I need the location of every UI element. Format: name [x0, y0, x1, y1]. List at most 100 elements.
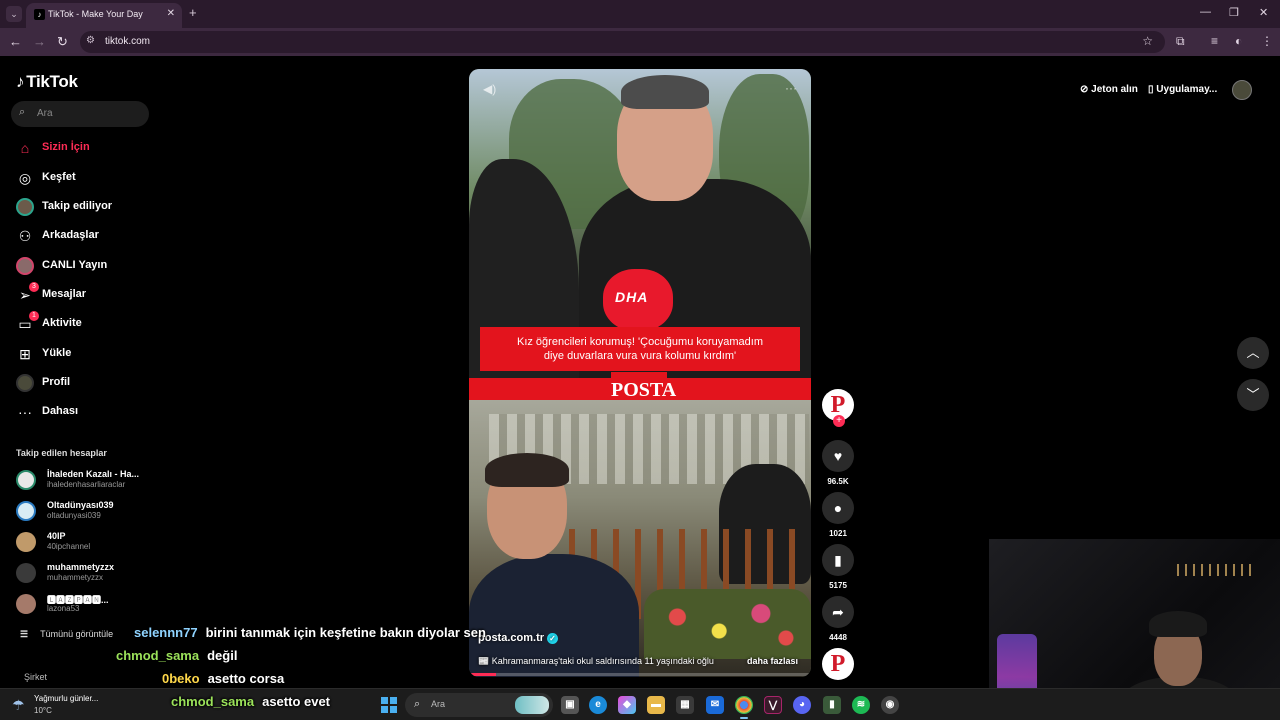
comment-button[interactable]: ●	[822, 492, 854, 524]
following-account[interactable]: 🅻🅰🆉🅿🅰🅽... lazona53	[16, 592, 156, 618]
volume-icon[interactable]: ◀)	[483, 82, 496, 96]
follow-plus-icon[interactable]: +	[833, 415, 845, 427]
video-editor-icon[interactable]: ⋁	[764, 696, 782, 714]
edge-icon[interactable]: e	[589, 696, 607, 714]
video-more-icon[interactable]: ···	[785, 81, 797, 95]
following-account[interactable]: Oltadünyası039 oltadunyasi039	[16, 499, 156, 525]
discord-icon[interactable]: ◕	[793, 696, 811, 714]
account-avatar	[16, 501, 36, 521]
previous-video-button[interactable]: ︿	[1237, 337, 1269, 369]
tab-close-icon[interactable]: ✕	[167, 8, 175, 19]
windows-start-icon[interactable]	[381, 697, 397, 713]
search-input[interactable]: ⌕ Ara	[11, 101, 149, 127]
obs-icon[interactable]: ◉	[881, 696, 899, 714]
tab-title: TikTok - Make Your Day	[48, 9, 143, 19]
following-account[interactable]: muhammetyzzx muhammetyzzx	[16, 561, 156, 587]
compass-icon: ◎	[18, 170, 32, 186]
weather-icon[interactable]: ☂	[12, 697, 25, 714]
account-avatar	[16, 563, 36, 583]
tiktok-logo[interactable]: ♪ TikTok	[16, 72, 78, 92]
nav-activity[interactable]: ▭ 1 Aktivite	[14, 311, 154, 336]
chat-user: chmod_sama	[116, 648, 200, 663]
get-coins-button[interactable]: ⊘ Jeton alın	[1080, 84, 1138, 95]
sound-avatar[interactable]: P	[822, 648, 854, 680]
chat-user: 0beko	[162, 671, 200, 686]
coin-icon: ⊘	[1080, 84, 1092, 95]
spotify-icon[interactable]: ≋	[852, 696, 870, 714]
account-handle: lazona53	[47, 604, 80, 613]
get-app-button[interactable]: ▯ Uygulamay...	[1148, 84, 1217, 95]
next-video-button[interactable]: ﹀	[1237, 379, 1269, 411]
new-tab-icon[interactable]: +	[189, 5, 197, 20]
friends-icon: ⚇	[18, 228, 32, 244]
browser-tab[interactable]: ♪ TikTok - Make Your Day ✕	[26, 3, 182, 28]
video-author[interactable]: posta.com.tr ✓	[478, 632, 559, 644]
account-avatar	[16, 470, 36, 490]
chrome-icon[interactable]	[735, 696, 753, 714]
nav-explore[interactable]: ◎ Keşfet	[14, 166, 154, 190]
search-highlight-image	[515, 696, 549, 714]
extensions-icon[interactable]: ⧉	[1176, 34, 1185, 49]
task-view-icon[interactable]: ▣	[561, 696, 579, 714]
copilot-icon[interactable]: ◆	[618, 696, 636, 714]
logo-text: TikTok	[26, 72, 78, 91]
weather-text[interactable]: Yağmurlu günler...	[34, 694, 98, 703]
verified-icon: ✓	[547, 633, 559, 644]
chat-user: selennn77	[134, 625, 198, 640]
see-more-link[interactable]: daha fazlası	[747, 656, 798, 666]
browser-menu-icon[interactable]: ⋮	[1261, 34, 1273, 48]
save-count: 5175	[829, 581, 847, 590]
nav-upload[interactable]: ⊞ Yükle	[14, 342, 154, 366]
following-account[interactable]: İhaleden Kazalı - Ha... ihaledenhasarlia…	[16, 468, 156, 494]
company-link[interactable]: Şirket	[24, 672, 47, 682]
activity-badge: 1	[29, 311, 39, 321]
taskbar-search-placeholder: Ara	[431, 699, 446, 709]
taskbar-search[interactable]: ⌕ Ara	[405, 693, 553, 717]
address-bar[interactable]: ⚙ tiktok.com ☆	[80, 31, 1165, 53]
following-account[interactable]: 40IP 40ipchannel	[16, 530, 156, 556]
mail-icon[interactable]: ✉	[706, 696, 724, 714]
nav-more[interactable]: ··· Dahası	[14, 400, 154, 424]
tab-search-icon[interactable]: ⌄	[6, 6, 22, 22]
nav-label: Dahası	[42, 405, 79, 417]
browser-tab-strip: ⌄ ♪ TikTok - Make Your Day ✕ + — ❐ ✕	[0, 0, 1280, 28]
nav-label: Keşfet	[42, 171, 76, 183]
url-text: tiktok.com	[105, 36, 151, 47]
media-icon[interactable]: ≡	[1211, 34, 1218, 48]
forward-icon[interactable]: →	[33, 34, 46, 49]
file-explorer-icon[interactable]: ▬	[647, 696, 665, 714]
app-icon[interactable]: ▮	[823, 696, 841, 714]
restore-icon[interactable]: ❐	[1229, 6, 1239, 19]
chat-text: birini tanımak için keşfetine bakın diyo…	[205, 625, 486, 640]
nav-profile[interactable]: Profil	[14, 371, 154, 395]
site-info-icon[interactable]: ⚙	[86, 35, 100, 49]
nav-friends[interactable]: ⚇ Arkadaşlar	[14, 224, 154, 248]
share-button[interactable]: ➦	[822, 596, 854, 628]
chat-user: chmod_sama	[171, 694, 255, 709]
store-icon[interactable]: ▦	[676, 696, 694, 714]
video-progress-bar[interactable]	[469, 673, 811, 676]
streamer-cap	[1149, 611, 1207, 637]
profile-icon[interactable]: ◐	[1235, 34, 1242, 48]
nav-following[interactable]: Takip ediliyor	[14, 195, 154, 219]
author-name: posta.com.tr	[478, 632, 545, 644]
nav-label: Yükle	[42, 347, 72, 359]
user-avatar[interactable]	[1232, 80, 1252, 100]
like-button[interactable]: ♥	[822, 440, 854, 472]
window-close-icon[interactable]: ✕	[1259, 6, 1268, 19]
save-button[interactable]: ▮	[822, 544, 854, 576]
bookmark-star-icon[interactable]: ☆	[1142, 34, 1153, 48]
reload-icon[interactable]: ↻	[57, 34, 68, 50]
nav-label: CANLI Yayın	[42, 259, 108, 271]
account-avatar	[16, 594, 36, 614]
nav-label: Profil	[42, 376, 71, 388]
nav-live[interactable]: CANLI Yayın	[14, 254, 154, 278]
see-all-label: Tümünü görüntüle	[40, 629, 114, 639]
nav-messages[interactable]: ➢ 3 Mesajlar	[14, 282, 154, 307]
see-all-link[interactable]: ☰ Tümünü görüntüle	[20, 629, 113, 640]
minimize-icon[interactable]: —	[1200, 6, 1211, 18]
nav-for-you[interactable]: ⌂ Sizin İçin	[14, 136, 154, 160]
video-description: 📰 Kahramanmaraş'taki okul saldırısında 1…	[478, 656, 714, 666]
video-player[interactable]: DHA Kız öğrencileri korumuş! 'Çocuğumu k…	[469, 69, 811, 677]
back-icon[interactable]: ←	[9, 34, 22, 49]
